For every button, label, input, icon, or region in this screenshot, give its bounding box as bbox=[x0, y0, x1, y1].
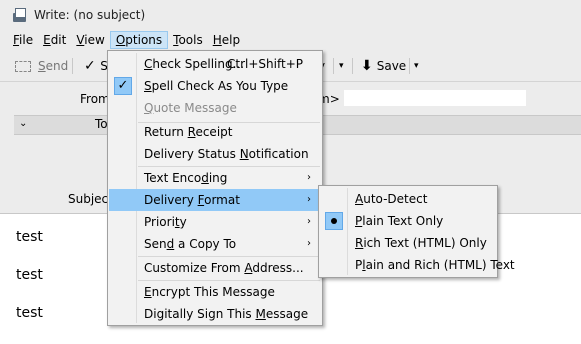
save-button-label: Save bbox=[376, 59, 407, 73]
menu-item-text: y bbox=[179, 215, 187, 229]
spelling-button[interactable]: ✓ S bbox=[84, 56, 108, 76]
menu-edit[interactable]: Edit bbox=[38, 31, 71, 49]
menu-item-plain-and-rich[interactable]: Plain and Rich (HTML) Text bbox=[320, 254, 515, 276]
menu-item-text: ddress... bbox=[252, 261, 304, 275]
menu-item-quote-message: Quote Message bbox=[109, 97, 321, 119]
menu-item-delivery-status[interactable]: Delivery Status Notification bbox=[109, 143, 321, 165]
menu-item-key: A bbox=[355, 192, 364, 206]
menu-view[interactable]: View bbox=[71, 31, 109, 49]
delivery-format-submenu: Auto-Detect Plain Text Only Rich Text (H… bbox=[318, 185, 515, 278]
menu-item-text: essage bbox=[265, 307, 309, 321]
submenu-arrow-icon: › bbox=[307, 216, 311, 227]
menu-item-text: Sen bbox=[144, 237, 167, 251]
save-dropdown-icon[interactable]: ▾ bbox=[414, 56, 419, 76]
menubar: File Edit View Options Tools Help bbox=[0, 30, 581, 50]
attach-dropdown-icon[interactable]: ▾ bbox=[339, 56, 344, 76]
menu-item-text: otification bbox=[248, 147, 309, 161]
menu-item-key: M bbox=[255, 307, 266, 321]
body-line: test bbox=[16, 305, 43, 321]
menu-item-text: Customize From bbox=[144, 261, 245, 275]
menu-view-label: iew bbox=[84, 33, 105, 47]
menu-item-text: Digitally Sign This bbox=[144, 307, 256, 321]
menu-help-key: H bbox=[212, 33, 222, 47]
menu-item-spell-as-you-type[interactable]: ✓ Spell Check As You Type bbox=[109, 75, 321, 97]
submenu-arrow-icon: › bbox=[307, 194, 311, 205]
menu-item-text: ich Text (HTML) Only bbox=[363, 236, 487, 250]
save-button[interactable]: ⬇ Save bbox=[361, 56, 406, 76]
menu-options-key: O bbox=[115, 33, 126, 47]
checkmark-icon: ✓ bbox=[114, 77, 132, 95]
menu-file[interactable]: File bbox=[8, 31, 38, 49]
menu-item-text: pell Check As You Type bbox=[151, 79, 289, 93]
from-label: From bbox=[80, 92, 110, 106]
menu-item-auto-detect[interactable]: Auto-Detect bbox=[320, 188, 496, 210]
body-line: test bbox=[16, 229, 43, 245]
menu-tools-label: ools bbox=[178, 33, 203, 47]
menu-item-key: N bbox=[239, 147, 249, 161]
toolbar-separator bbox=[333, 58, 334, 74]
menu-item-customize-from[interactable]: Customize From Address... bbox=[109, 257, 321, 279]
options-menu: Check Spelling... Ctrl+Shift+P ✓ Spell C… bbox=[107, 50, 323, 326]
menu-item-digitally-sign[interactable]: Digitally Sign This Message bbox=[109, 303, 321, 325]
menu-item-key: S bbox=[144, 79, 152, 93]
menu-item-encrypt[interactable]: Encrypt This Message bbox=[109, 281, 321, 303]
menu-item-text: a Copy To bbox=[174, 237, 237, 251]
send-button-key: S bbox=[38, 59, 46, 73]
submenu-arrow-icon: › bbox=[307, 238, 311, 249]
toolbar-separator bbox=[409, 58, 410, 74]
menu-item-text: uto-Detect bbox=[363, 192, 428, 206]
menu-item-text: uote Message bbox=[153, 101, 237, 115]
menu-item-text: ain and Rich (HTML) Text bbox=[365, 258, 515, 272]
menu-item-text: Priori bbox=[144, 215, 175, 229]
menu-options-label: ptions bbox=[125, 33, 163, 47]
menu-item-text: Text Enco bbox=[144, 171, 202, 185]
toolbar-separator bbox=[72, 58, 73, 74]
menu-item-text: Delivery Status bbox=[144, 147, 240, 161]
menu-item-key: E bbox=[144, 285, 152, 299]
to-label: To bbox=[95, 117, 108, 131]
menu-item-text-encoding[interactable]: Text Encoding › bbox=[109, 167, 321, 189]
menu-item-text: ncrypt This Message bbox=[151, 285, 275, 299]
spelling-check-icon: ✓ bbox=[84, 58, 96, 74]
menu-item-send-copy-to[interactable]: Send a Copy To › bbox=[109, 233, 321, 255]
menu-edit-key: E bbox=[43, 33, 51, 47]
window-titlebar: Write: (no subject) bbox=[0, 0, 581, 30]
from-field-extra[interactable] bbox=[344, 90, 526, 106]
menu-edit-label: dit bbox=[50, 33, 67, 47]
send-button[interactable]: Send bbox=[14, 56, 68, 76]
window-title: Write: (no subject) bbox=[34, 8, 146, 22]
menu-item-return-receipt[interactable]: Return Receipt bbox=[109, 121, 321, 143]
toolbar-separator bbox=[352, 58, 353, 74]
menu-item-text: lain Text Only bbox=[362, 214, 444, 228]
menu-item-plain-text-only[interactable]: Plain Text Only bbox=[320, 210, 496, 232]
compose-app-icon bbox=[12, 8, 28, 22]
menu-item-priority[interactable]: Priority › bbox=[109, 211, 321, 233]
send-icon bbox=[14, 59, 32, 73]
menu-item-delivery-format[interactable]: Delivery Format › bbox=[109, 189, 321, 211]
body-line: test bbox=[16, 267, 43, 283]
menu-help[interactable]: Help bbox=[208, 31, 245, 49]
menu-item-rich-text-only[interactable]: Rich Text (HTML) Only bbox=[320, 232, 496, 254]
menu-item-text: eceipt bbox=[195, 125, 233, 139]
menu-item-text: Delivery bbox=[144, 193, 198, 207]
menu-item-text: ormat bbox=[204, 193, 240, 207]
menu-item-key: d bbox=[201, 171, 209, 185]
save-icon: ⬇ bbox=[361, 58, 373, 74]
chevron-down-icon[interactable]: ⌄ bbox=[19, 118, 27, 129]
shortcut-text: Ctrl+Shift+P bbox=[227, 57, 303, 71]
menu-options[interactable]: Options bbox=[109, 31, 169, 49]
menu-tools[interactable]: Tools bbox=[168, 31, 208, 49]
submenu-arrow-icon: › bbox=[307, 172, 311, 183]
menu-item-check-spelling[interactable]: Check Spelling... Ctrl+Shift+P bbox=[109, 53, 321, 75]
radio-selected-icon bbox=[325, 212, 343, 230]
send-button-label: end bbox=[45, 59, 69, 73]
menu-file-label: ile bbox=[19, 33, 34, 47]
menu-help-label: elp bbox=[221, 33, 241, 47]
menu-item-text: Return bbox=[144, 125, 188, 139]
menu-item-text: ing bbox=[208, 171, 228, 185]
